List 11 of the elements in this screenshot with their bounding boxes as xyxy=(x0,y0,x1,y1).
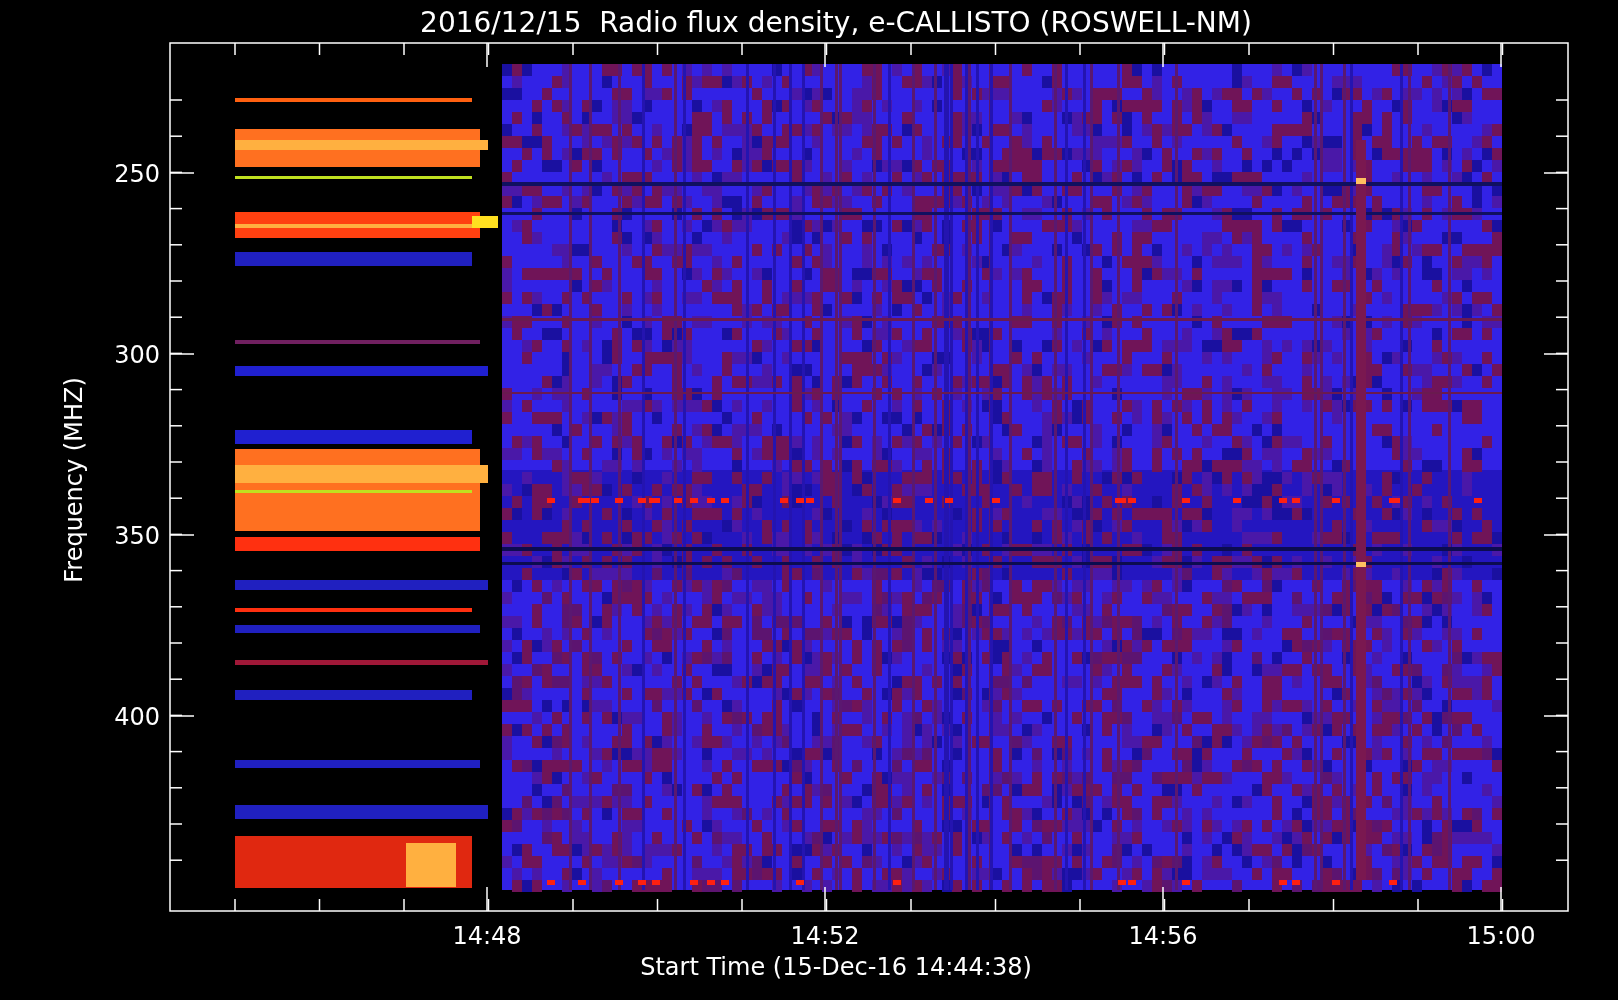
x-tick-label: 14:48 xyxy=(452,922,522,950)
x-tick-label: 14:56 xyxy=(1128,922,1198,950)
x-tick-label: 15:00 xyxy=(1466,922,1536,950)
y-tick-label: 300 xyxy=(114,341,160,369)
y-tick-label: 250 xyxy=(114,160,160,188)
x-axis-label: Start Time (15-Dec-16 14:44:38) xyxy=(640,953,1032,981)
y-tick-label: 400 xyxy=(114,703,160,731)
y-tick-label: 350 xyxy=(114,522,160,550)
y-axis-label: Frequency (MHZ) xyxy=(60,377,88,583)
plot-title: 2016/12/15 Radio flux density, e-CALLISTO (ROSWELL-NM) xyxy=(420,6,1252,39)
x-tick-label: 14:52 xyxy=(790,922,860,950)
